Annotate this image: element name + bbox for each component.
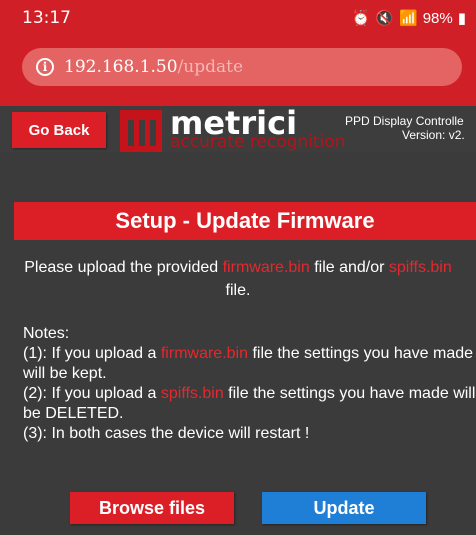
url-path: /update xyxy=(177,57,244,77)
mute-icon: 🔇 xyxy=(375,10,395,27)
notes-title: Notes: xyxy=(23,325,70,342)
firmware-filename: firmware.bin xyxy=(160,345,248,362)
page-content: Go Back metrici accurate recognition PPD… xyxy=(0,104,476,535)
note-text: (1): If you upload a xyxy=(23,345,161,362)
metrici-logo-icon xyxy=(120,110,162,152)
firmware-filename: firmware.bin xyxy=(222,259,310,276)
status-bar: 13:17 ⏰ 🔇 📶 98% ▮ xyxy=(0,0,476,36)
go-back-button[interactable]: Go Back xyxy=(12,112,106,148)
instructions: Please upload the provided firmware.bin … xyxy=(0,256,476,444)
alarm-icon: ⏰ xyxy=(351,10,371,27)
device-name: PPD Display Controlle xyxy=(345,114,464,128)
update-button[interactable]: Update xyxy=(262,492,426,524)
intro-text: Please upload the provided firmware.bin … xyxy=(0,256,476,302)
battery-level: 98% xyxy=(422,9,453,27)
note-1: (1): If you upload a firmware.bin file t… xyxy=(23,344,476,384)
url-host: 192.168.1.50 xyxy=(64,57,178,77)
status-time: 13:17 xyxy=(22,8,71,28)
browse-files-button[interactable]: Browse files xyxy=(70,492,234,524)
note-2: (2): If you upload a spiffs.bin file the… xyxy=(23,384,476,424)
spiffs-filename: spiffs.bin xyxy=(388,259,452,276)
page-header: Go Back metrici accurate recognition PPD… xyxy=(0,104,476,152)
note-3: (3): In both cases the device will resta… xyxy=(23,425,310,442)
intro-part: file. xyxy=(225,282,251,299)
notes: Notes: (1): If you upload a firmware.bin… xyxy=(0,324,476,444)
device-version: Version: v2. xyxy=(402,128,465,142)
address-bar[interactable]: i 192.168.1.50/update xyxy=(22,48,462,86)
status-icons: ⏰ 🔇 📶 98% ▮ xyxy=(351,9,466,28)
spiffs-filename: spiffs.bin xyxy=(160,385,224,402)
intro-part: Please upload the provided xyxy=(24,259,223,276)
note-text: (2): If you upload a xyxy=(23,385,161,402)
logo-tagline: accurate recognition xyxy=(170,132,346,152)
info-icon[interactable]: i xyxy=(36,58,54,76)
page-title: Setup - Update Firmware xyxy=(14,202,476,240)
wifi-icon: 📶 xyxy=(399,10,418,27)
battery-icon: ▮ xyxy=(457,10,466,27)
browser-toolbar: i 192.168.1.50/update xyxy=(0,36,476,106)
intro-part: file and/or xyxy=(309,259,389,276)
